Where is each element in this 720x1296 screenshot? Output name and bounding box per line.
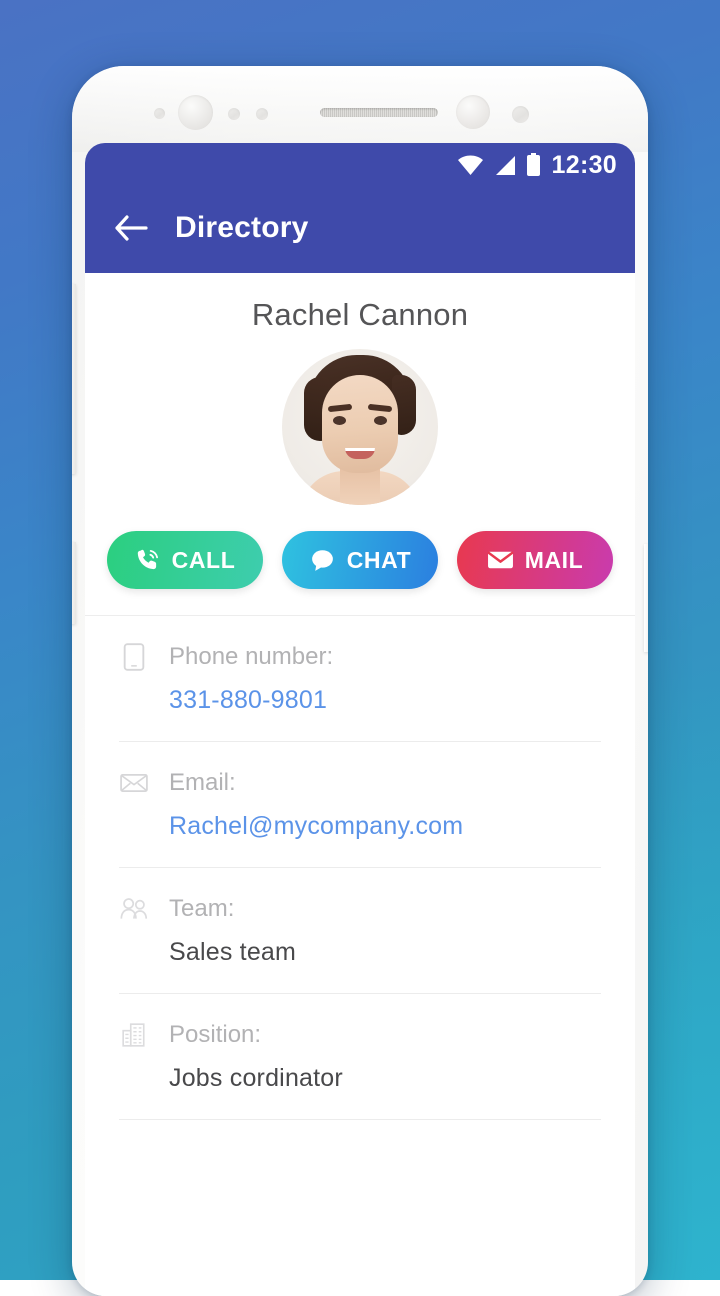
team-value: Sales team <box>169 938 601 967</box>
profile-card: Rachel Cannon <box>85 273 635 616</box>
app-bar: 12:30 Directory <box>85 143 635 273</box>
mail-button[interactable]: MAIL <box>457 531 613 589</box>
phone-device-frame: 12:30 Directory Rachel Cannon <box>72 66 648 1296</box>
status-bar-clock: 12:30 <box>552 151 617 180</box>
envelope-outline-icon <box>119 768 149 798</box>
chat-button-label: CHAT <box>347 547 412 574</box>
phone-screen: 12:30 Directory Rachel Cannon <box>85 143 635 1296</box>
avatar-eye-left <box>333 416 346 425</box>
phone-number-value[interactable]: 331-880-9801 <box>169 686 601 715</box>
back-arrow-icon <box>114 214 148 242</box>
email-value[interactable]: Rachel@mycompany.com <box>169 812 601 841</box>
page-title: Directory <box>175 211 309 245</box>
detail-label: Email: <box>169 769 236 797</box>
detail-row-team[interactable]: Team: Sales team <box>119 868 601 994</box>
mobile-phone-icon <box>119 642 149 672</box>
detail-head: Team: <box>119 894 601 924</box>
action-button-row: CALL CHAT MAIL <box>85 531 635 589</box>
volume-rocker-button[interactable] <box>72 284 76 474</box>
power-button[interactable] <box>644 544 648 652</box>
wifi-icon <box>457 155 484 176</box>
phone-icon <box>135 547 161 573</box>
people-icon <box>119 894 149 924</box>
position-value: Jobs cordinator <box>169 1064 601 1093</box>
light-sensor-icon <box>256 108 268 120</box>
contact-details-list: Phone number: 331-880-9801 Email: Rache <box>85 616 635 1120</box>
avatar-eye-right <box>374 416 387 425</box>
app-bar-row: Directory <box>85 191 635 265</box>
assistant-button[interactable] <box>72 542 76 624</box>
contact-name: Rachel Cannon <box>85 297 635 333</box>
mail-button-label: MAIL <box>525 547 584 574</box>
detail-label: Team: <box>169 895 234 923</box>
detail-row-email[interactable]: Email: Rachel@mycompany.com <box>119 742 601 868</box>
earpiece-speaker-icon <box>320 108 438 117</box>
chat-button[interactable]: CHAT <box>282 531 438 589</box>
avatar[interactable] <box>282 349 438 505</box>
back-button[interactable] <box>105 202 157 254</box>
detail-label: Phone number: <box>169 643 333 671</box>
detail-label: Position: <box>169 1021 261 1049</box>
iris-sensor-icon <box>228 108 240 120</box>
call-button[interactable]: CALL <box>107 531 263 589</box>
detail-head: Email: <box>119 768 601 798</box>
building-icon <box>119 1020 149 1050</box>
detail-row-position[interactable]: Position: Jobs cordinator <box>119 994 601 1120</box>
cell-signal-icon <box>493 155 517 176</box>
detail-head: Position: <box>119 1020 601 1050</box>
secondary-camera-icon <box>456 95 490 129</box>
envelope-icon <box>487 548 514 572</box>
proximity-sensor-icon <box>154 108 165 119</box>
detail-row-phone[interactable]: Phone number: 331-880-9801 <box>119 616 601 742</box>
chat-bubble-icon <box>309 547 336 573</box>
detail-head: Phone number: <box>119 642 601 672</box>
status-bar: 12:30 <box>85 143 635 187</box>
battery-full-icon <box>526 153 541 177</box>
front-camera-icon <box>178 95 213 130</box>
led-indicator-icon <box>512 106 529 123</box>
call-button-label: CALL <box>172 547 236 574</box>
